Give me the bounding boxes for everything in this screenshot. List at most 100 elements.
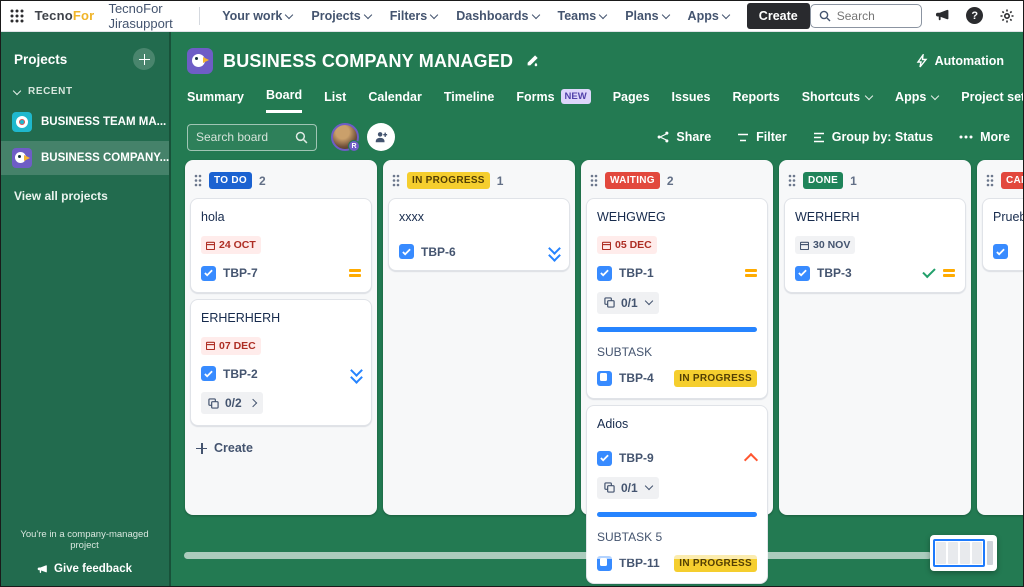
chevron-down-icon: [600, 12, 607, 19]
column-count: 2: [259, 174, 266, 188]
settings-gear-icon[interactable]: [996, 5, 1018, 27]
drag-handle-icon[interactable]: [392, 174, 400, 187]
minimap-offscreen-column: [987, 541, 993, 565]
calendar-icon: [206, 341, 215, 350]
nav-apps[interactable]: Apps: [681, 4, 737, 28]
subtask-type-icon: [597, 371, 612, 386]
lightning-icon: [916, 54, 928, 68]
add-people-button[interactable]: [367, 123, 395, 151]
drag-handle-icon[interactable]: [194, 174, 202, 187]
priority-high-icon: [745, 454, 757, 462]
task-type-icon: [201, 366, 216, 381]
view-all-projects-link[interactable]: View all projects: [0, 177, 169, 215]
top-bar: TecnoFor TecnoFor Jirasupport Your work …: [0, 0, 1024, 32]
drag-handle-icon[interactable]: [788, 174, 796, 187]
task-type-icon: [399, 244, 414, 259]
project-tabs: Summary Board List Calendar Timeline For…: [173, 74, 1024, 113]
announcements-icon[interactable]: [932, 5, 954, 27]
tab-reports[interactable]: Reports: [732, 90, 779, 112]
sidebar-item-business-team[interactable]: BUSINESS TEAM MA...: [0, 105, 169, 139]
site-name[interactable]: TecnoFor Jirasupport: [108, 1, 182, 31]
help-icon[interactable]: ?: [964, 5, 986, 27]
tab-timeline[interactable]: Timeline: [444, 90, 494, 112]
create-issue-button[interactable]: Create: [190, 432, 372, 464]
tab-project-settings[interactable]: Project settings: [961, 90, 1024, 112]
task-type-icon: [795, 266, 810, 281]
issue-card[interactable]: WEHGWEG 05 DEC TBP-1 0/1 SUBTASK: [586, 198, 768, 399]
tab-board[interactable]: Board: [266, 88, 302, 113]
board-toolbar: R Share Filter Group by: Status More: [173, 113, 1024, 151]
chevron-down-icon: [14, 88, 21, 95]
create-button[interactable]: Create: [747, 3, 810, 29]
tab-pages[interactable]: Pages: [613, 90, 650, 112]
drag-handle-icon[interactable]: [590, 174, 598, 187]
global-search-box[interactable]: [810, 4, 922, 28]
status-badge: IN PROGRESS: [407, 172, 490, 189]
nav-your-work[interactable]: Your work: [215, 4, 300, 28]
tab-summary[interactable]: Summary: [187, 90, 244, 112]
issue-card[interactable]: ERHERHERH 07 DEC TBP-2 0/2: [190, 299, 372, 427]
due-date-badge: 30 NOV: [795, 236, 855, 254]
column-waiting: WAITING 2 WEHGWEG 05 DEC TBP-1 0/1: [581, 160, 773, 515]
nav-plans[interactable]: Plans: [618, 4, 676, 28]
automation-button[interactable]: Automation: [916, 54, 1004, 68]
nav-filters[interactable]: Filters: [383, 4, 446, 28]
tab-apps[interactable]: Apps: [895, 90, 939, 112]
tecnofor-logo[interactable]: TecnoFor: [35, 8, 95, 23]
plus-icon: [196, 443, 207, 454]
task-type-icon: [201, 266, 216, 281]
column-to-do: TO DO 2 hola 24 OCT TBP-7 ERHERHERH: [185, 160, 377, 515]
tab-issues[interactable]: Issues: [672, 90, 711, 112]
task-type-icon: [993, 244, 1008, 259]
project-board-main: BUSINESS COMPANY MANAGED Automation Summ…: [173, 32, 1024, 587]
chevron-right-icon: [248, 399, 256, 407]
board-search-input[interactable]: [196, 130, 286, 144]
chevron-down-icon: [866, 93, 873, 100]
add-person-icon: [374, 130, 388, 144]
drag-handle-icon[interactable]: [986, 174, 994, 187]
search-icon: [819, 10, 831, 22]
status-badge: DONE: [803, 172, 843, 189]
avatar-role-badge: R: [348, 140, 360, 152]
chevron-down-icon: [533, 12, 540, 19]
app-switcher-icon[interactable]: [10, 4, 25, 28]
filter-button[interactable]: Filter: [737, 130, 787, 144]
group-by-button[interactable]: Group by: Status: [813, 130, 933, 144]
recent-section-toggle[interactable]: RECENT: [0, 80, 169, 103]
tab-forms[interactable]: FormsNEW: [516, 89, 590, 112]
minimap-viewport[interactable]: [933, 539, 985, 567]
new-badge: NEW: [561, 89, 591, 104]
member-avatar[interactable]: R: [331, 123, 359, 151]
page-title: BUSINESS COMPANY MANAGED: [223, 51, 513, 72]
issue-key: TBP-2: [223, 367, 258, 381]
due-date-badge: 24 OCT: [201, 236, 261, 254]
nav-dashboards[interactable]: Dashboards: [449, 4, 546, 28]
issue-card[interactable]: hola 24 OCT TBP-7: [190, 198, 372, 293]
nav-teams[interactable]: Teams: [551, 4, 615, 28]
nav-projects[interactable]: Projects: [304, 4, 378, 28]
sidebar-item-business-company[interactable]: BUSINESS COMPANY...: [0, 141, 169, 175]
share-button[interactable]: Share: [657, 130, 711, 144]
tab-shortcuts[interactable]: Shortcuts: [802, 90, 873, 112]
subtask-progress-pill[interactable]: 0/1: [597, 292, 659, 314]
horizontal-scrollbar[interactable]: [184, 552, 932, 559]
add-project-button[interactable]: [133, 48, 155, 70]
board-search-box[interactable]: [187, 124, 317, 151]
subtask-progress-pill[interactable]: 0/2: [201, 392, 263, 414]
subtask-progress-pill[interactable]: 0/1: [597, 477, 659, 499]
issue-card[interactable]: xxxx TBP-6: [388, 198, 570, 271]
tab-calendar[interactable]: Calendar: [368, 90, 422, 112]
plus-icon: [139, 54, 150, 65]
global-search-input[interactable]: [837, 9, 907, 23]
edit-appearance-icon[interactable]: [525, 54, 539, 68]
megaphone-icon: [37, 564, 48, 575]
more-button[interactable]: More: [959, 130, 1010, 144]
search-icon: [295, 131, 308, 144]
tab-list[interactable]: List: [324, 90, 346, 112]
subtask-row[interactable]: TBP-4 IN PROGRESS: [597, 370, 757, 387]
column-count: 1: [497, 174, 504, 188]
give-feedback-button[interactable]: Give feedback: [0, 563, 169, 575]
issue-card[interactable]: WERHERH 30 NOV TBP-3: [784, 198, 966, 293]
managed-project-note: You're in a company-managed project: [0, 529, 169, 551]
issue-card[interactable]: Prueba: [982, 198, 1024, 271]
